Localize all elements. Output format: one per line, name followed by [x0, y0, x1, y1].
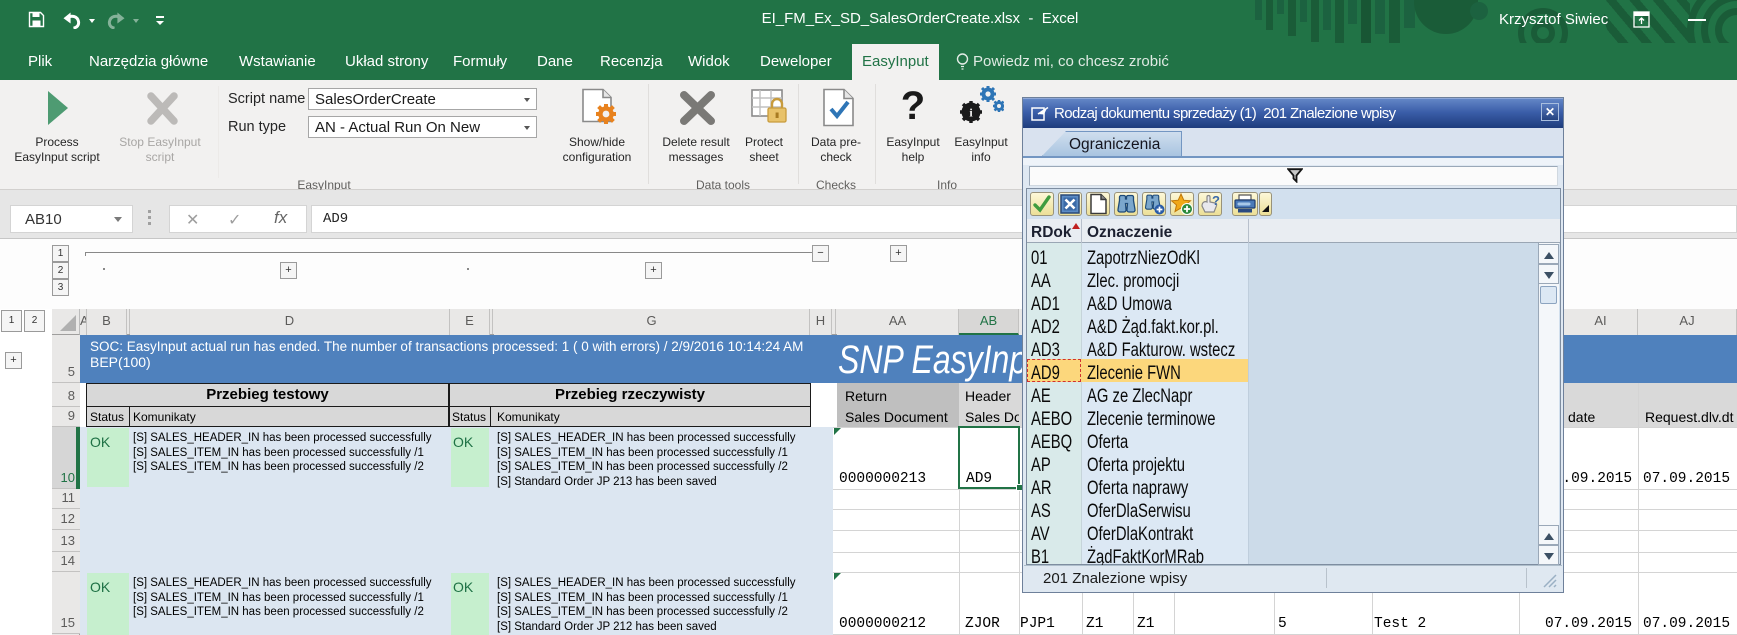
svg-text:?: ? [1212, 193, 1220, 208]
